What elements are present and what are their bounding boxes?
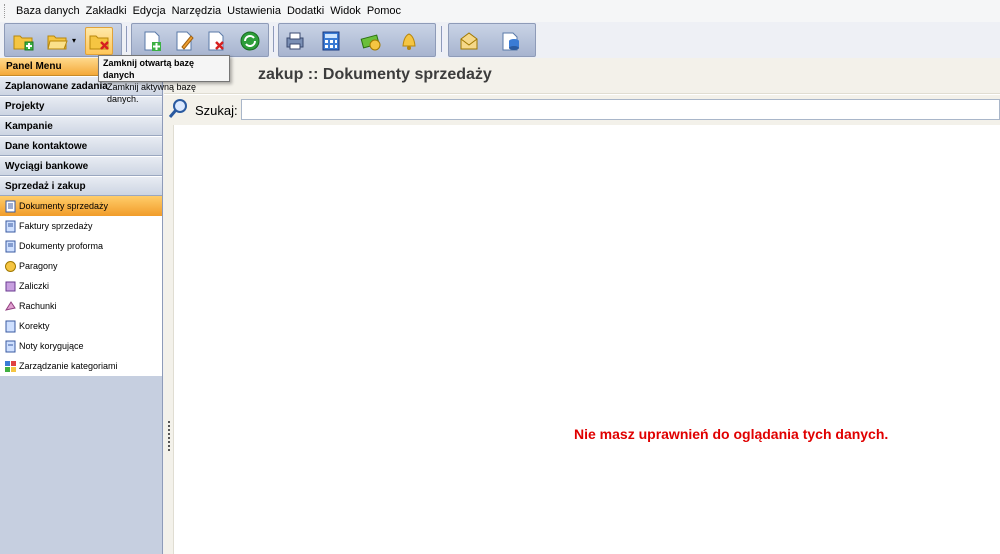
sidebar-item-rachunki[interactable]: Rachunki <box>0 296 162 316</box>
money-icon <box>360 34 381 51</box>
new-database-button[interactable] <box>9 27 37 55</box>
calculator-button[interactable] <box>317 27 345 55</box>
edit-document-button[interactable] <box>170 27 198 55</box>
mail-icon <box>460 32 478 50</box>
menu-edycja[interactable]: Edycja <box>130 5 169 17</box>
sidebar-item-label: Zarządzanie kategoriami <box>19 361 118 371</box>
calculator-icon <box>322 31 340 51</box>
close-database-button[interactable] <box>85 27 113 55</box>
receipt-icon <box>5 260 16 272</box>
permission-error-message: Nie masz uprawnień do oglądania tych dan… <box>574 426 889 442</box>
toolbar-group-tools <box>278 23 436 57</box>
database-icon <box>502 32 519 51</box>
toolbar-group-database: ▾ <box>4 23 122 57</box>
sidebar-item-dokumenty-proforma[interactable]: Dokumenty proforma <box>0 236 162 256</box>
print-button[interactable] <box>281 27 309 55</box>
sidebar-item-label: Paragony <box>19 261 58 271</box>
menu-bar: Baza danych Zakładki Edycja Narzędzia Us… <box>0 0 1000 22</box>
toolbar-separator <box>273 26 275 52</box>
menu-grip <box>4 4 7 18</box>
proforma-icon <box>5 240 16 252</box>
tooltip-title: Zamknij otwartą bazę danych <box>103 58 195 80</box>
sidebar-item-label: Faktury sprzedaży <box>19 221 93 231</box>
bell-icon <box>402 33 416 50</box>
sidebar-item-label: Rachunki <box>19 301 57 311</box>
correction-note-icon <box>5 340 16 352</box>
menu-ustawienia[interactable]: Ustawienia <box>224 5 284 17</box>
menu-baza-danych[interactable]: Baza danych <box>13 5 83 17</box>
sidebar-item-paragony[interactable]: Paragony <box>0 256 162 276</box>
sidebar-section-dane-kontaktowe[interactable]: Dane kontaktowe <box>0 136 162 156</box>
open-database-button[interactable] <box>43 27 71 55</box>
page-header: zakup :: Dokumenty sprzedaży <box>164 58 1000 94</box>
splitter-grip-icon[interactable] <box>168 421 170 451</box>
sidebar-item-noty-korygujace[interactable]: Noty korygujące <box>0 336 162 356</box>
menu-narzedzia[interactable]: Narzędzia <box>169 5 225 17</box>
toolbar-group-documents <box>131 23 269 57</box>
sidebar-item-label: Dokumenty sprzedaży <box>19 201 109 211</box>
sidebar-item-zarzadzanie-kategoriami[interactable]: Zarządzanie kategoriami <box>0 356 162 376</box>
correction-icon <box>5 320 16 332</box>
toolbar-separator <box>441 26 443 52</box>
add-document-icon <box>144 31 161 51</box>
toolbar: ▾ <box>0 22 1000 58</box>
open-database-icon <box>47 35 68 50</box>
menu-zakladki[interactable]: Zakładki <box>83 5 130 17</box>
content-area: Nie masz uprawnień do oglądania tych dan… <box>175 125 1000 554</box>
tooltip: Zamknij otwartą bazę danych Zamknij akty… <box>98 55 230 104</box>
panel-splitter[interactable] <box>164 125 174 554</box>
categories-icon <box>5 360 16 372</box>
page-title: zakup :: Dokumenty sprzedaży <box>258 66 492 83</box>
sidebar-section-sprzedaz-i-zakup[interactable]: Sprzedaż i zakup <box>0 176 162 196</box>
database-button[interactable] <box>497 27 525 55</box>
tooltip-text: Zamknij aktywną bazę danych. <box>107 82 197 104</box>
toolbar-group-extra <box>448 23 536 57</box>
sidebar-panel: Panel Menu Zaplanowane zadania Projekty … <box>0 58 163 554</box>
sidebar-item-zaliczki[interactable]: Zaliczki <box>0 276 162 296</box>
sidebar-item-label: Korekty <box>19 321 50 331</box>
new-database-icon <box>13 35 34 51</box>
search-bar: Szukaj: <box>164 95 1000 125</box>
notification-button[interactable] <box>395 27 423 55</box>
delete-document-button[interactable] <box>202 27 230 55</box>
search-label: Szukaj: <box>195 103 238 118</box>
document-icon <box>5 200 16 212</box>
sidebar-item-label: Zaliczki <box>19 281 50 291</box>
sidebar-item-label: Noty korygujące <box>19 341 84 351</box>
sidebar-item-label: Dokumenty proforma <box>19 241 104 251</box>
sidebar-item-dokumenty-sprzedazy[interactable]: Dokumenty sprzedaży <box>0 196 162 216</box>
delete-document-icon <box>208 31 224 51</box>
add-document-button[interactable] <box>138 27 166 55</box>
sidebar-item-korekty[interactable]: Korekty <box>0 316 162 336</box>
search-input[interactable] <box>241 99 1000 120</box>
main-panel: zakup :: Dokumenty sprzedaży Szukaj: Nie… <box>164 58 1000 554</box>
print-icon <box>286 32 304 50</box>
mail-button[interactable] <box>455 27 483 55</box>
sidebar-empty-area <box>0 377 162 554</box>
sidebar-item-faktury-sprzedazy[interactable]: Faktury sprzedaży <box>0 216 162 236</box>
edit-document-icon <box>176 31 194 51</box>
advance-payment-icon <box>5 281 16 291</box>
dropdown-arrow-icon[interactable]: ▾ <box>72 36 76 45</box>
money-button[interactable] <box>357 27 385 55</box>
invoice-icon <box>5 220 16 232</box>
sidebar-section-kampanie[interactable]: Kampanie <box>0 116 162 136</box>
bill-icon <box>4 300 16 311</box>
toolbar-separator <box>126 26 128 52</box>
refresh-icon <box>240 31 260 51</box>
menu-dodatki[interactable]: Dodatki <box>284 5 327 17</box>
sidebar-item-list: Dokumenty sprzedaży Faktury sprzedaży Do… <box>0 196 162 376</box>
sidebar-section-wyciagi-bankowe[interactable]: Wyciągi bankowe <box>0 156 162 176</box>
menu-pomoc[interactable]: Pomoc <box>364 5 404 17</box>
menu-widok[interactable]: Widok <box>327 5 364 17</box>
refresh-button[interactable] <box>236 27 264 55</box>
close-database-icon <box>89 35 109 50</box>
